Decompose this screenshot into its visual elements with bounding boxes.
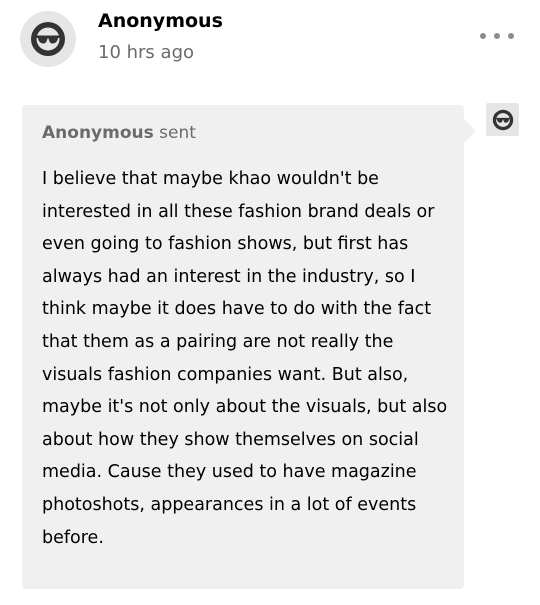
more-horizontal-icon-dot: [494, 33, 500, 39]
sent-label: sent: [159, 123, 196, 143]
more-horizontal-icon-dot: [480, 33, 486, 39]
question-text: I believe that maybe khao wouldn't be in…: [42, 169, 448, 548]
author-name[interactable]: Anonymous: [98, 10, 223, 32]
ask-bubble: Anonymous sent I believe that maybe khao…: [22, 105, 476, 589]
more-options-button[interactable]: [480, 24, 514, 48]
asker-line: Anonymous sent: [42, 123, 196, 143]
author-avatar[interactable]: [20, 11, 76, 67]
asker-avatar[interactable]: [486, 103, 519, 136]
anonymous-sunglasses-icon: [31, 22, 65, 56]
post-timestamp: 10 hrs ago: [98, 42, 195, 63]
post-header: Anonymous 10 hrs ago: [0, 0, 540, 80]
anonymous-sunglasses-icon: [492, 109, 513, 130]
asker-name: Anonymous: [42, 123, 154, 143]
more-horizontal-icon-dot: [508, 33, 514, 39]
